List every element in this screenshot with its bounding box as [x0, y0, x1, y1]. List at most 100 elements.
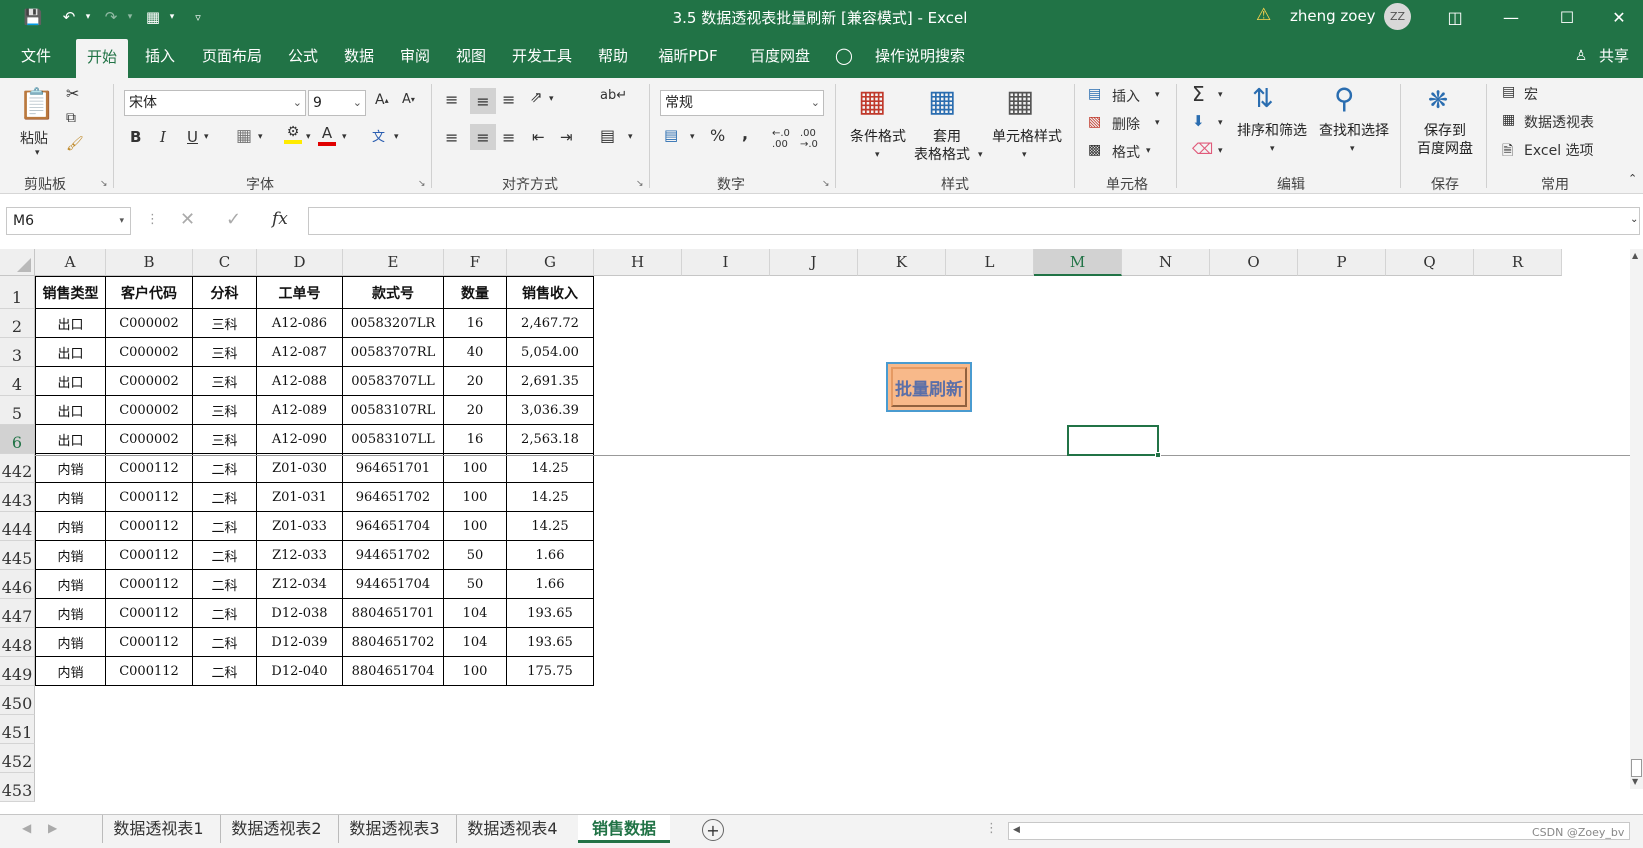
table-cell[interactable]: A12-089	[257, 396, 343, 425]
clear-dropdown-icon[interactable]: ▾	[1218, 146, 1223, 156]
number-format-select[interactable]: 常规 ⌄	[660, 90, 824, 116]
table-cell[interactable]: 14.25	[507, 483, 594, 512]
autosum-dropdown-icon[interactable]: ▾	[1218, 90, 1223, 100]
delete-cells-icon[interactable]: ▧	[1088, 114, 1101, 130]
italic-icon[interactable]: I	[160, 128, 166, 146]
table-cell[interactable]: 内销	[35, 483, 106, 512]
row-header-445[interactable]: 445	[0, 541, 35, 570]
align-top-icon[interactable]: ≡	[445, 90, 458, 109]
undo-dropdown-icon[interactable]: ▾	[82, 4, 94, 30]
table-cell[interactable]: C000112	[106, 454, 193, 483]
fill-icon[interactable]: ⬇	[1192, 112, 1205, 130]
paste-dropdown-icon[interactable]: ▾	[35, 148, 40, 158]
format-painter-icon[interactable]: 🖌	[66, 136, 84, 152]
row-header-449[interactable]: 449	[0, 657, 35, 686]
table-cell[interactable]: 00583707LL	[343, 367, 444, 396]
underline-icon[interactable]: U	[187, 128, 198, 146]
table-cell[interactable]: 00583107RL	[343, 396, 444, 425]
table-cell[interactable]: 内销	[35, 541, 106, 570]
table-cell[interactable]: 8804651701	[343, 599, 444, 628]
table-cell[interactable]: 二科	[193, 570, 257, 599]
alignment-launcher-icon[interactable]: ↘	[636, 179, 644, 189]
table-cell[interactable]: 三科	[193, 425, 257, 454]
table-cell[interactable]: D12-040	[257, 657, 343, 686]
column-header-h[interactable]: H	[594, 249, 682, 276]
table-cell[interactable]: 14.25	[507, 512, 594, 541]
table-cell[interactable]: 00583707RL	[343, 338, 444, 367]
tab-page-layout[interactable]: 页面布局	[194, 34, 270, 78]
sheet-tab-sales-data[interactable]: 销售数据	[578, 815, 670, 843]
table-cell[interactable]: 三科	[193, 309, 257, 338]
fill-handle[interactable]	[1155, 452, 1161, 458]
column-header-j[interactable]: J	[770, 249, 858, 276]
table-cell[interactable]: 193.65	[507, 628, 594, 657]
conditional-format-icon[interactable]: ▦	[858, 84, 886, 119]
column-header-d[interactable]: D	[257, 249, 343, 276]
column-header-l[interactable]: L	[946, 249, 1034, 276]
table-cell[interactable]: 944651702	[343, 541, 444, 570]
accounting-format-icon[interactable]: ▤	[664, 126, 678, 144]
table-cell[interactable]: 00583207LR	[343, 309, 444, 338]
pivot-table-button[interactable]: 数据透视表	[1524, 112, 1594, 132]
table-cell[interactable]: 8804651702	[343, 628, 444, 657]
table-cell[interactable]: 104	[444, 599, 507, 628]
column-header-c[interactable]: C	[193, 249, 257, 276]
column-header-b[interactable]: B	[106, 249, 193, 276]
table-cell[interactable]: C000002	[106, 367, 193, 396]
table-cell[interactable]: D12-039	[257, 628, 343, 657]
row-header-2[interactable]: 2	[0, 309, 35, 338]
column-header-q[interactable]: Q	[1386, 249, 1474, 276]
table-cell[interactable]: 出口	[35, 396, 106, 425]
column-header-k[interactable]: K	[858, 249, 946, 276]
table-cell[interactable]: 出口	[35, 309, 106, 338]
table-header-cell[interactable]: 销售类型	[35, 276, 106, 309]
row-header-443[interactable]: 443	[0, 483, 35, 512]
decrease-indent-icon[interactable]: ⇤	[532, 128, 545, 146]
formula-input[interactable]	[308, 207, 1640, 235]
conditional-format-button[interactable]: 条件格式	[843, 128, 913, 146]
autosum-icon[interactable]: Σ	[1192, 82, 1205, 106]
table-cell[interactable]: A12-090	[257, 425, 343, 454]
table-cell[interactable]: 5,054.00	[507, 338, 594, 367]
save-to-netdisk-button[interactable]: 保存到	[1406, 122, 1484, 140]
row-header-4[interactable]: 4	[0, 367, 35, 396]
tab-review[interactable]: 审阅	[392, 34, 438, 78]
table-cell[interactable]: A12-087	[257, 338, 343, 367]
customize-qat-icon[interactable]: ▿	[188, 4, 208, 30]
increase-font-icon[interactable]: A ▴	[375, 92, 389, 108]
pivot-table-icon[interactable]: ▦	[1502, 112, 1515, 128]
format-as-table-icon[interactable]: ▦	[928, 84, 956, 119]
cancel-icon[interactable]: ✕	[180, 209, 195, 230]
table-cell[interactable]: 50	[444, 570, 507, 599]
save-to-netdisk-label[interactable]: 百度网盘	[1406, 140, 1484, 158]
table-cell[interactable]: 193.65	[507, 599, 594, 628]
table-cell[interactable]: 16	[444, 309, 507, 338]
tab-baidu-netdisk[interactable]: 百度网盘	[740, 34, 820, 78]
table-cell[interactable]: 二科	[193, 512, 257, 541]
share-button[interactable]: 共享	[1594, 34, 1634, 78]
table-cell[interactable]: 内销	[35, 454, 106, 483]
font-color-icon[interactable]: A	[318, 124, 336, 146]
table-cell[interactable]: C000112	[106, 541, 193, 570]
column-header-f[interactable]: F	[444, 249, 507, 276]
sort-filter-button[interactable]: 排序和筛选	[1230, 122, 1314, 140]
table-cell[interactable]: C000002	[106, 396, 193, 425]
increase-indent-icon[interactable]: ⇥	[560, 128, 573, 146]
cell-styles-dropdown-icon[interactable]: ▾	[1022, 150, 1027, 160]
sort-dropdown-icon[interactable]: ▾	[1270, 144, 1275, 154]
format-as-table-label[interactable]: 套用	[912, 128, 982, 146]
table-cell[interactable]: 14.25	[507, 454, 594, 483]
merge-center-icon[interactable]: ▤	[600, 126, 615, 145]
form-icon[interactable]: ▦	[140, 4, 166, 30]
wrap-text-icon[interactable]: ab↵	[600, 88, 627, 103]
macro-button[interactable]: 宏	[1524, 84, 1538, 104]
maximize-icon[interactable]: ☐	[1540, 0, 1594, 34]
enter-icon[interactable]: ✓	[226, 209, 241, 230]
column-header-n[interactable]: N	[1122, 249, 1210, 276]
name-box[interactable]: M6 ▾	[6, 207, 131, 235]
table-cell[interactable]: 50	[444, 541, 507, 570]
font-color-dropdown-icon[interactable]: ▾	[342, 132, 347, 142]
insert-function-icon[interactable]: fx	[272, 209, 288, 229]
worksheet-grid[interactable]: ABCDEFGHIJKLMNOPQR 1 销售类型 客户代码 分科 工单号 款式号 数量 销售…	[0, 249, 1643, 814]
table-cell[interactable]: 二科	[193, 541, 257, 570]
